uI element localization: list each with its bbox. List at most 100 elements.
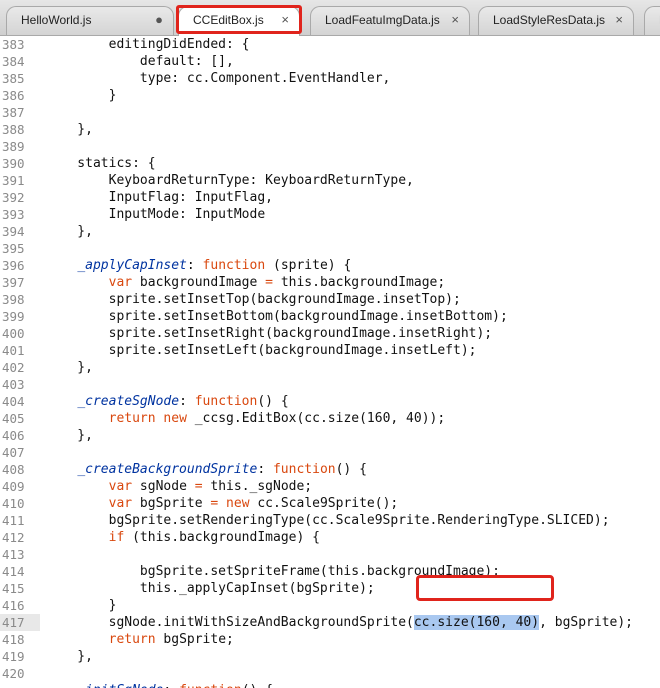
code-text: },: [46, 428, 93, 443]
tab-helloworld-js[interactable]: HelloWorld.js ●: [6, 6, 174, 35]
line-number: 388: [2, 122, 25, 137]
line-number: 400: [2, 326, 25, 341]
selected-text: cc.size(160, 40): [413, 615, 540, 630]
code-line[interactable]: 383 editingDidEnded: {: [0, 36, 660, 53]
code-line[interactable]: 390 statics: {: [0, 155, 660, 172]
code-text: InputFlag: InputFlag,: [46, 190, 273, 205]
code-line[interactable]: 384 default: [],: [0, 53, 660, 70]
code-line[interactable]: 386 }: [0, 87, 660, 104]
line-number: 403: [2, 377, 25, 392]
line-number: 416: [2, 598, 25, 613]
tab-lo[interactable]: Lo: [644, 6, 660, 35]
code-text: },: [46, 122, 93, 137]
code-line[interactable]: 416 }: [0, 597, 660, 614]
line-number: 393: [2, 207, 25, 222]
code-line[interactable]: 412 if (this.backgroundImage) {: [0, 529, 660, 546]
code-line[interactable]: 401 sprite.setInsetLeft(backgroundImage.…: [0, 342, 660, 359]
line-number: 405: [2, 411, 25, 426]
code-line[interactable]: 414 bgSprite.setSpriteFrame(this.backgro…: [0, 563, 660, 580]
code-line[interactable]: 404 _createSgNode: function() {: [0, 393, 660, 410]
code-line[interactable]: _initSgNode: function() {: [0, 682, 660, 688]
code-text: sprite.setInsetBottom(backgroundImage.in…: [46, 309, 508, 324]
line-number: 398: [2, 292, 25, 307]
code-text: var backgroundImage = this.backgroundIma…: [108, 275, 446, 290]
code-text: sprite.setInsetLeft(backgroundImage.inse…: [46, 343, 477, 358]
code-text: _applyCapInset: function (sprite) {: [77, 258, 352, 273]
code-text: }: [46, 88, 117, 103]
code-line[interactable]: 420: [0, 665, 660, 682]
code-line[interactable]: 407: [0, 444, 660, 461]
line-number: 383: [2, 37, 25, 52]
line-number: 391: [2, 173, 25, 188]
line-number: 412: [2, 530, 25, 545]
code-line[interactable]: 399 sprite.setInsetBottom(backgroundImag…: [0, 308, 660, 325]
code-text: statics: {: [46, 156, 156, 171]
code-text: if (this.backgroundImage) {: [108, 530, 320, 545]
code-line[interactable]: 406 },: [0, 427, 660, 444]
close-icon[interactable]: ×: [615, 12, 623, 27]
code-text: return new _ccsg.EditBox(cc.size(160, 40…: [108, 411, 446, 426]
code-text: return bgSprite;: [108, 632, 234, 647]
code-line[interactable]: 402 },: [0, 359, 660, 376]
line-number: 392: [2, 190, 25, 205]
code-line[interactable]: 418 return bgSprite;: [0, 631, 660, 648]
line-number: 386: [2, 88, 25, 103]
close-icon[interactable]: ×: [451, 12, 459, 27]
line-number: 387: [2, 105, 25, 120]
code-line[interactable]: 415 this._applyCapInset(bgSprite);: [0, 580, 660, 597]
line-number: 408: [2, 462, 25, 477]
selection-highlight-box: [416, 575, 554, 601]
code-line[interactable]: 387: [0, 104, 660, 121]
line-number: 420: [2, 666, 25, 681]
line-number: 414: [2, 564, 25, 579]
code-line[interactable]: 398 sprite.setInsetTop(backgroundImage.i…: [0, 291, 660, 308]
code-text: sprite.setInsetRight(backgroundImage.ins…: [46, 326, 493, 341]
line-number: 390: [2, 156, 25, 171]
code-line[interactable]: 385 type: cc.Component.EventHandler,: [0, 70, 660, 87]
tab-loadfeatuimgdata-js[interactable]: LoadFeatuImgData.js ×: [310, 6, 470, 35]
line-number: 409: [2, 479, 25, 494]
line-number: 402: [2, 360, 25, 375]
line-number: 394: [2, 224, 25, 239]
code-line[interactable]: 405 return new _ccsg.EditBox(cc.size(160…: [0, 410, 660, 427]
tab-label: LoadFeatuImgData.js: [325, 13, 440, 27]
line-number: 389: [2, 139, 25, 154]
line-number: 410: [2, 496, 25, 511]
line-number: [0, 682, 40, 688]
line-number: 395: [2, 241, 25, 256]
unsaved-dot-icon: ●: [155, 12, 163, 27]
code-text: this._applyCapInset(bgSprite);: [46, 581, 375, 596]
code-line[interactable]: 411 bgSprite.setRenderingType(cc.Scale9S…: [0, 512, 660, 529]
line-number: 384: [2, 54, 25, 69]
line-number: 419: [2, 649, 25, 664]
code-line[interactable]: 392 InputFlag: InputFlag,: [0, 189, 660, 206]
code-line[interactable]: 393 InputMode: InputMode: [0, 206, 660, 223]
line-number: 399: [2, 309, 25, 324]
code-line[interactable]: 410 var bgSprite = new cc.Scale9Sprite()…: [0, 495, 660, 512]
line-number: 411: [2, 513, 25, 528]
line-number: 401: [2, 343, 25, 358]
code-line[interactable]: 391 KeyboardReturnType: KeyboardReturnTy…: [0, 172, 660, 189]
line-number: 418: [2, 632, 25, 647]
code-line[interactable]: 419 },: [0, 648, 660, 665]
code-line[interactable]: 389: [0, 138, 660, 155]
line-number: 413: [2, 547, 25, 562]
code-line[interactable]: 409 var sgNode = this._sgNode;: [0, 478, 660, 495]
line-number: 407: [2, 445, 25, 460]
code-line[interactable]: 417 sgNode.initWithSizeAndBackgroundSpri…: [0, 614, 660, 631]
code-line[interactable]: 388 },: [0, 121, 660, 138]
code-line[interactable]: 395: [0, 240, 660, 257]
code-line[interactable]: 403: [0, 376, 660, 393]
active-tab-highlight: [176, 5, 302, 34]
code-line[interactable]: 408 _createBackgroundSprite: function() …: [0, 461, 660, 478]
code-line[interactable]: 394 },: [0, 223, 660, 240]
code-text: _initSgNode: function() {: [46, 682, 273, 688]
code-line[interactable]: 397 var backgroundImage = this.backgroun…: [0, 274, 660, 291]
code-text: InputMode: InputMode: [46, 207, 266, 222]
code-editor[interactable]: 383 editingDidEnded: {384 default: [], 38…: [0, 36, 660, 688]
code-line[interactable]: 400 sprite.setInsetRight(backgroundImage…: [0, 325, 660, 342]
tab-loadstyleresdata-js[interactable]: LoadStyleResData.js ×: [478, 6, 634, 35]
code-text: var sgNode = this._sgNode;: [108, 479, 313, 494]
code-line[interactable]: 413: [0, 546, 660, 563]
code-line[interactable]: 396 _applyCapInset: function (sprite) {: [0, 257, 660, 274]
